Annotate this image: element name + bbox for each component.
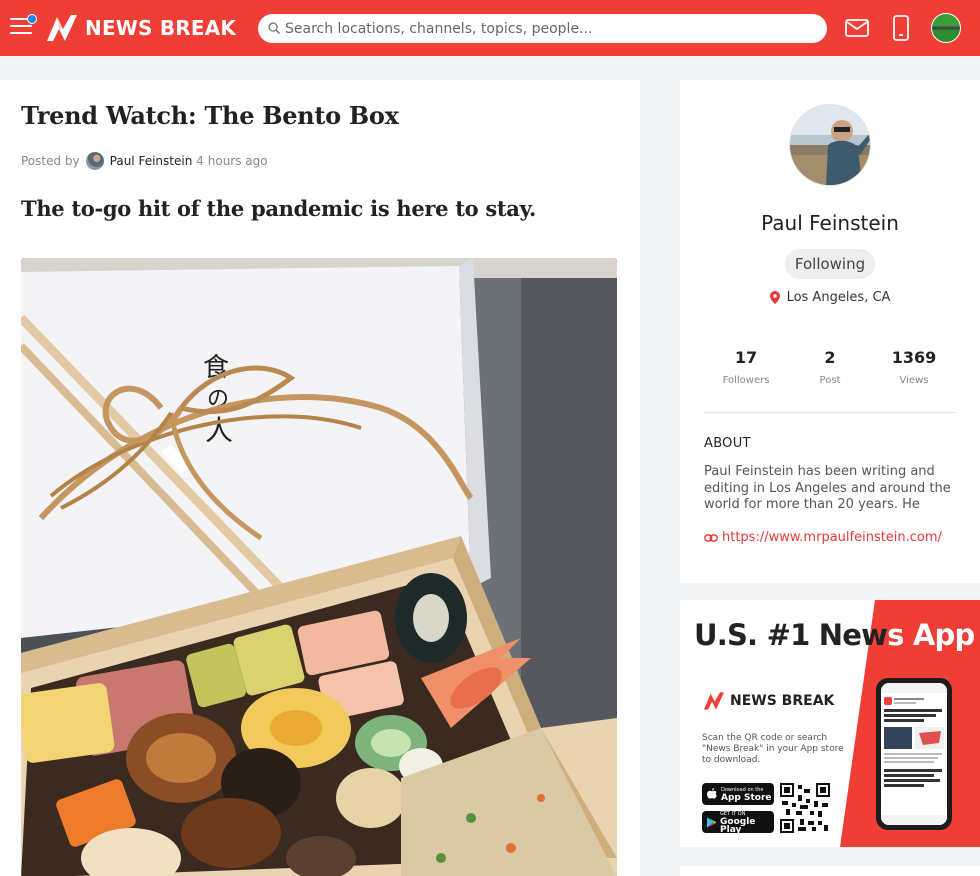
author-profile-card: Paul Feinstein Following Los Angeles, CA… (680, 80, 980, 583)
google-play-icon (707, 817, 717, 827)
app-store-badge[interactable]: Download on the App Store (702, 783, 774, 805)
news-break-logo-icon (704, 692, 724, 710)
stat-label: Post (819, 375, 841, 386)
posted-by-label: Posted by (21, 154, 80, 168)
author-avatar[interactable] (789, 104, 871, 186)
ad-headline-part1: U.S. #1 New (694, 618, 888, 652)
ad-headline-part2: s App (887, 618, 975, 652)
news-break-app-ad[interactable]: U.S. #1 News App NEWS BREAK Scan the QR … (680, 600, 980, 847)
location-pin-icon (769, 291, 780, 304)
ad-copy: Scan the QR code or search "News Break" … (702, 733, 844, 765)
author-website-link[interactable]: https://www.mrpaulfeinstein.com/ (704, 530, 944, 545)
article-byline: Posted by Paul Feinstein 4 hours ago (21, 152, 268, 170)
app-store-big-text: App Store (721, 793, 772, 803)
article-subtitle: The to-go hit of the pandemic is here to… (21, 196, 537, 221)
search-icon (268, 22, 281, 35)
stat-value: 17 (734, 348, 758, 367)
author-stats: 17 Followers 2 Post 1369 Views (704, 348, 956, 386)
stat-label: Followers (722, 375, 770, 386)
stat-value: 2 (824, 348, 836, 367)
stat-label: Views (899, 375, 929, 386)
ad-headline: U.S. #1 News App (694, 618, 975, 652)
news-break-logo[interactable]: NEWS BREAK (45, 12, 236, 44)
apple-icon (707, 788, 717, 799)
about-text: Paul Feinstein has been writing and edit… (704, 464, 951, 514)
article-title: Trend Watch: The Bento Box (21, 101, 399, 130)
mail-icon[interactable] (845, 18, 869, 38)
google-play-badge[interactable]: GET IT ON Google Play (702, 811, 774, 835)
ad-brand-logo: NEWS BREAK (702, 691, 834, 711)
user-avatar[interactable] (931, 13, 961, 43)
following-button[interactable]: Following (785, 249, 875, 279)
author-link[interactable]: Paul Feinstein (110, 154, 193, 168)
phone-mockup (876, 678, 952, 830)
stat-views: 1369 Views (872, 348, 956, 386)
top-navigation-bar: NEWS BREAK (0, 0, 980, 56)
website-url: https://www.mrpaulfeinstein.com/ (722, 530, 942, 545)
search-input[interactable] (285, 20, 805, 37)
qr-code-icon (780, 783, 830, 833)
brand-name: NEWS BREAK (85, 16, 237, 40)
author-avatar-small[interactable] (85, 152, 104, 170)
search-bar[interactable] (258, 14, 827, 43)
stat-value: 1369 (891, 348, 937, 367)
about-heading: ABOUT (704, 436, 751, 451)
google-play-big-text: Google Play (720, 817, 756, 835)
mobile-phone-icon[interactable] (893, 15, 909, 41)
news-break-logo-icon (47, 15, 77, 41)
author-location: Los Angeles, CA (680, 290, 980, 305)
link-icon (704, 533, 718, 542)
post-time: 4 hours ago (196, 154, 268, 168)
notification-dot (27, 14, 37, 24)
author-name: Paul Feinstein (761, 211, 899, 235)
location-text: Los Angeles, CA (786, 290, 891, 305)
stat-posts[interactable]: 2 Post (788, 348, 872, 386)
ad-brand-name: NEWS BREAK (730, 693, 835, 709)
next-sidebar-card (680, 866, 980, 876)
article-hero-image: 食 の 人 (21, 258, 617, 876)
stat-followers[interactable]: 17 Followers (704, 348, 788, 386)
divider (704, 412, 956, 413)
